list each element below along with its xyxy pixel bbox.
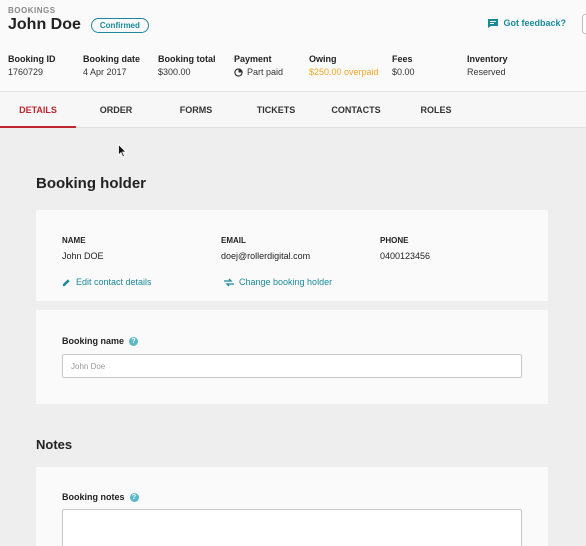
summary-value: $250.00 overpaid	[309, 67, 379, 77]
booking-notes-input[interactable]	[62, 509, 522, 546]
edit-contact-label: Edit contact details	[76, 277, 152, 287]
summary-booking-date: Booking date 4 Apr 2017	[83, 54, 140, 77]
tab-bar: DETAILS ORDER FORMS TICKETS CONTACTS ROL…	[0, 92, 586, 128]
menu-button[interactable]	[582, 14, 586, 34]
change-holder-label: Change booking holder	[239, 277, 333, 287]
name-value: John DOE	[62, 251, 104, 261]
email-value: doej@rollerdigital.com	[221, 251, 311, 261]
summary-payment: Payment Part paid	[234, 54, 283, 77]
tab-forms[interactable]: FORMS	[156, 92, 236, 128]
notes-heading: Notes	[36, 437, 73, 452]
booking-holder-heading: Booking holder	[36, 175, 146, 192]
pencil-icon	[62, 278, 70, 286]
summary-booking-total: Booking total $300.00	[158, 54, 216, 77]
booking-name-label: Booking name	[62, 336, 125, 346]
tab-roles[interactable]: ROLES	[396, 92, 476, 128]
help-icon[interactable]: ?	[129, 336, 139, 346]
summary-value: 4 Apr 2017	[83, 67, 127, 77]
change-holder-link[interactable]: Change booking holder	[224, 277, 332, 287]
summary-label: Owing	[309, 54, 337, 64]
page-title: John Doe	[8, 16, 81, 33]
summary-label: Booking ID	[8, 54, 56, 64]
booking-holder-card: NAME John DOE EMAIL doej@rollerdigital.c…	[36, 210, 548, 301]
booking-notes-label-row: Booking notes ?	[62, 492, 139, 502]
title-row: John Doe Confirmed	[8, 16, 149, 34]
tab-tickets[interactable]: TICKETS	[236, 92, 316, 128]
feedback-label: Got feedback?	[503, 18, 566, 28]
booking-name-label-row: Booking name ?	[62, 336, 139, 346]
summary-value: $300.00	[158, 67, 191, 77]
status-badge: Confirmed	[90, 17, 149, 33]
feedback-button[interactable]: Got feedback?	[488, 18, 566, 28]
email-label: EMAIL	[221, 236, 246, 245]
pie-icon	[234, 67, 243, 77]
summary-inventory: Inventory Reserved	[467, 54, 508, 77]
chat-icon	[488, 18, 499, 28]
mouse-cursor-icon	[118, 144, 127, 158]
summary-value: Reserved	[467, 67, 506, 77]
booking-summary: Booking ID 1760729 Booking date 4 Apr 20…	[8, 54, 586, 84]
booking-header: BOOKINGS John Doe Confirmed Got feedback…	[0, 0, 586, 92]
phone-label: PHONE	[380, 236, 409, 245]
tab-order[interactable]: ORDER	[76, 92, 156, 128]
booking-name-input[interactable]	[62, 354, 522, 378]
booking-name-card: Booking name ?	[36, 310, 548, 404]
summary-label: Booking total	[158, 54, 216, 64]
summary-booking-id: Booking ID 1760729	[8, 54, 56, 77]
notes-card: Booking notes ?	[36, 467, 548, 546]
name-label: NAME	[62, 236, 86, 245]
summary-value: 1760729	[8, 67, 44, 77]
summary-label: Booking date	[83, 54, 141, 64]
summary-label: Payment	[234, 54, 272, 64]
summary-label: Fees	[392, 54, 413, 64]
phone-value: 0400123456	[380, 251, 431, 261]
help-icon[interactable]: ?	[129, 492, 139, 502]
summary-owing: Owing $250.00 overpaid	[309, 54, 379, 77]
summary-value: Part paid	[234, 67, 283, 77]
summary-fees: Fees $0.00	[392, 54, 415, 77]
tab-details[interactable]: DETAILS	[0, 92, 76, 128]
swap-icon	[224, 278, 234, 286]
breadcrumb[interactable]: BOOKINGS	[8, 6, 56, 15]
summary-label: Inventory	[467, 54, 508, 64]
booking-notes-label: Booking notes	[62, 492, 125, 502]
summary-value: $0.00	[392, 67, 415, 77]
payment-status: Part paid	[247, 67, 284, 77]
tab-contacts[interactable]: CONTACTS	[316, 92, 396, 128]
edit-contact-link[interactable]: Edit contact details	[62, 277, 152, 287]
